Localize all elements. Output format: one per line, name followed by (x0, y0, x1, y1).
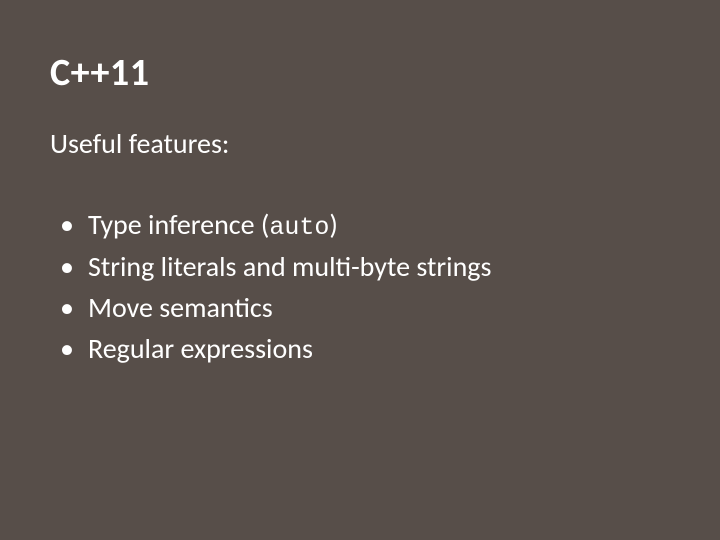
list-item: Move semantics (50, 290, 670, 325)
list-item: String literals and multi-byte strings (50, 249, 670, 284)
bullet-list: Type inference (auto) String literals an… (50, 207, 670, 366)
list-item: Regular expressions (50, 331, 670, 366)
code-keyword: auto (269, 213, 329, 242)
bullet-text: String literals and multi-byte strings (88, 249, 491, 284)
slide-subtitle: Useful features: (50, 126, 670, 161)
slide: C++11 Useful features: Type inference (a… (0, 0, 720, 540)
bullet-text: Regular expressions (88, 331, 313, 366)
list-item: Type inference (auto) (50, 207, 670, 243)
bullet-text: Move semantics (88, 290, 273, 325)
slide-title: C++11 (50, 50, 670, 98)
bullet-text-suffix: ) (329, 207, 338, 242)
bullet-text-prefix: Type inference ( (88, 207, 269, 242)
